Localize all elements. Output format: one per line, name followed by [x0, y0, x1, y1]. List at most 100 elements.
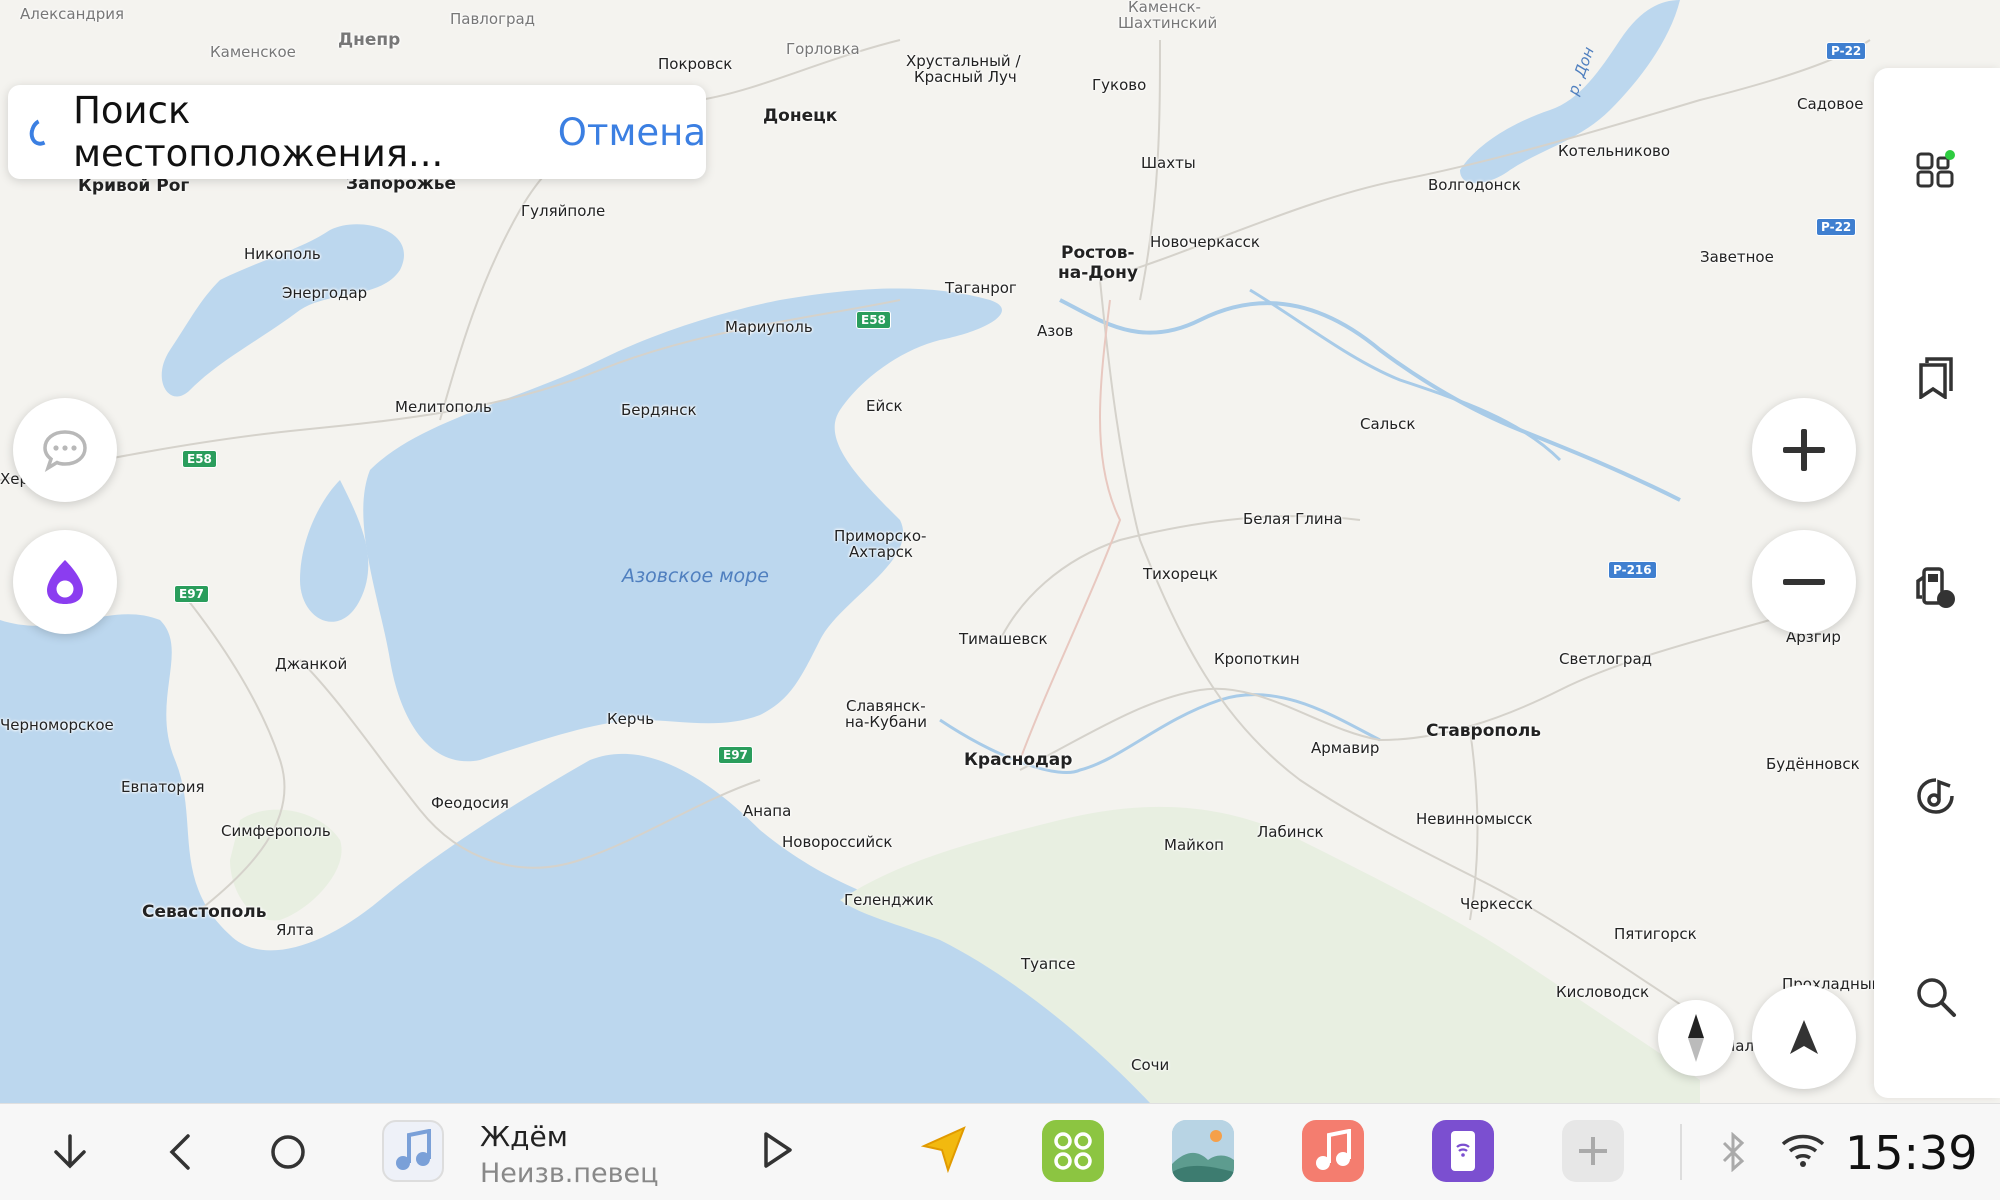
city-label[interactable]: Светлоград	[1559, 650, 1652, 668]
gallery-app[interactable]	[1172, 1120, 1234, 1182]
navigator-app[interactable]	[920, 1124, 968, 1176]
city-label[interactable]: Сочи	[1131, 1056, 1169, 1074]
city-label[interactable]: Джанкой	[275, 655, 347, 673]
services-button[interactable]	[1912, 146, 1960, 194]
wifi-status[interactable]	[1780, 1132, 1826, 1170]
city-label[interactable]: Бердянск	[621, 401, 697, 419]
city-name: Кисловодск	[1556, 983, 1650, 1001]
apps-launcher[interactable]	[1042, 1120, 1104, 1182]
city-label[interactable]: Ейск	[866, 397, 903, 415]
city-label[interactable]: Новороссийск	[782, 833, 892, 851]
city-label[interactable]: Тихорецк	[1143, 565, 1218, 583]
city-label[interactable]: Лабинск	[1257, 823, 1324, 841]
city-label[interactable]: Новочеркасск	[1150, 233, 1260, 251]
chat-button[interactable]	[13, 398, 117, 502]
city-label[interactable]: Ростов-	[1061, 243, 1135, 263]
city-label[interactable]: Севастополь	[142, 902, 266, 922]
city-label[interactable]: Волгодонск	[1428, 176, 1521, 194]
city-name: Днепр	[338, 30, 401, 50]
city-label[interactable]: Невинномысск	[1416, 810, 1533, 828]
city-label[interactable]: Каменское	[210, 43, 296, 61]
city-label[interactable]: Ставрополь	[1426, 721, 1541, 741]
home-button[interactable]	[268, 1132, 308, 1172]
city-label[interactable]: Кривой Рог	[78, 176, 189, 196]
city-label[interactable]: Гуково	[1092, 76, 1146, 94]
music-note-icon	[1316, 1129, 1351, 1170]
road-shield: P-216	[1608, 561, 1657, 579]
city-label[interactable]: Белая Глина	[1243, 510, 1343, 528]
road-shield: E58	[856, 311, 891, 329]
city-name: Таганрог	[945, 279, 1017, 297]
city-label[interactable]: Ахтарск	[849, 543, 913, 561]
city-label[interactable]: Днепр	[338, 30, 400, 50]
city-label[interactable]: Туапсе	[1021, 955, 1076, 973]
city-name: Шахтинский	[1118, 14, 1218, 32]
alice-assistant-button[interactable]	[13, 530, 117, 634]
city-label[interactable]: Майкоп	[1164, 836, 1224, 854]
city-name: Пятигорск	[1614, 925, 1697, 943]
bookmarks-button[interactable]	[1912, 354, 1960, 402]
music-button[interactable]	[1912, 772, 1960, 820]
zoom-out-button[interactable]	[1752, 530, 1856, 634]
album-art[interactable]	[382, 1120, 444, 1182]
minimize-button[interactable]	[48, 1132, 92, 1172]
city-label[interactable]: Котельниково	[1558, 142, 1670, 160]
city-label[interactable]: Анапа	[743, 802, 791, 820]
city-label[interactable]: Заветное	[1700, 248, 1774, 266]
city-label[interactable]: Симферополь	[221, 822, 331, 840]
city-label[interactable]: Пятигорск	[1614, 925, 1697, 943]
back-button[interactable]	[166, 1132, 196, 1172]
cancel-button[interactable]: Отмена	[558, 111, 706, 154]
city-label[interactable]: Александрия	[20, 5, 124, 23]
city-label[interactable]: Мариуполь	[725, 318, 813, 336]
city-label[interactable]: Краснодар	[964, 750, 1072, 770]
river	[1059, 298, 1681, 502]
music-app[interactable]	[1302, 1120, 1364, 1182]
sea-label: Азовское море	[622, 565, 769, 587]
city-label[interactable]: Красный Луч	[914, 68, 1017, 86]
city-label[interactable]: Армавир	[1311, 739, 1379, 757]
city-label[interactable]: Тимашевск	[959, 630, 1048, 648]
arrow-down-icon	[54, 1134, 86, 1169]
city-label[interactable]: Шахтинский	[1118, 14, 1217, 32]
city-label[interactable]: Покровск	[658, 55, 732, 73]
fuel-button[interactable]	[1912, 563, 1960, 611]
city-label[interactable]: Гуляйполе	[521, 202, 605, 220]
city-label[interactable]: Горловка	[786, 40, 860, 58]
city-label[interactable]: Кропоткин	[1214, 650, 1300, 668]
city-label[interactable]: Будённовск	[1766, 755, 1860, 773]
add-app-button[interactable]	[1562, 1120, 1624, 1182]
phone-link-app[interactable]	[1432, 1120, 1494, 1182]
my-location-button[interactable]	[1752, 985, 1856, 1089]
city-label[interactable]: Кисловодск	[1556, 983, 1649, 1001]
compass-button[interactable]	[1658, 1000, 1734, 1076]
bluetooth-status[interactable]	[1718, 1132, 1748, 1172]
play-button[interactable]	[760, 1130, 794, 1170]
city-label[interactable]: Сальск	[1360, 415, 1415, 433]
city-label[interactable]: Садовое	[1797, 95, 1863, 113]
city-label[interactable]: на-Кубани	[845, 713, 927, 731]
location-search-card: Поиск местоположения... Отмена	[8, 85, 706, 179]
city-label[interactable]: Шахты	[1141, 154, 1196, 172]
search-button[interactable]	[1912, 973, 1960, 1021]
city-label[interactable]: Энергодар	[282, 284, 367, 302]
city-label[interactable]: Геленджик	[844, 891, 934, 909]
city-name: Майкоп	[1164, 836, 1224, 854]
city-label[interactable]: Евпатория	[121, 778, 205, 796]
city-label[interactable]: Азов	[1037, 322, 1073, 340]
city-label[interactable]: Черноморское	[0, 716, 114, 734]
city-label[interactable]: Феодосия	[431, 794, 509, 812]
city-label[interactable]: Мелитополь	[395, 398, 492, 416]
city-name: Тимашевск	[959, 630, 1048, 648]
city-label[interactable]: Донецк	[763, 106, 837, 126]
city-label[interactable]: Таганрог	[945, 279, 1017, 297]
city-label[interactable]: Никополь	[244, 245, 321, 263]
zoom-in-button[interactable]	[1752, 398, 1856, 502]
city-label[interactable]: Керчь	[607, 710, 654, 728]
city-label[interactable]: Черкесск	[1460, 895, 1533, 913]
city-name: Волгодонск	[1428, 176, 1521, 194]
city-label[interactable]: на-Дону	[1058, 263, 1138, 283]
city-label[interactable]: Ялта	[276, 921, 314, 939]
city-label[interactable]: Павлоград	[450, 10, 535, 28]
grid-icon	[1916, 150, 1955, 188]
